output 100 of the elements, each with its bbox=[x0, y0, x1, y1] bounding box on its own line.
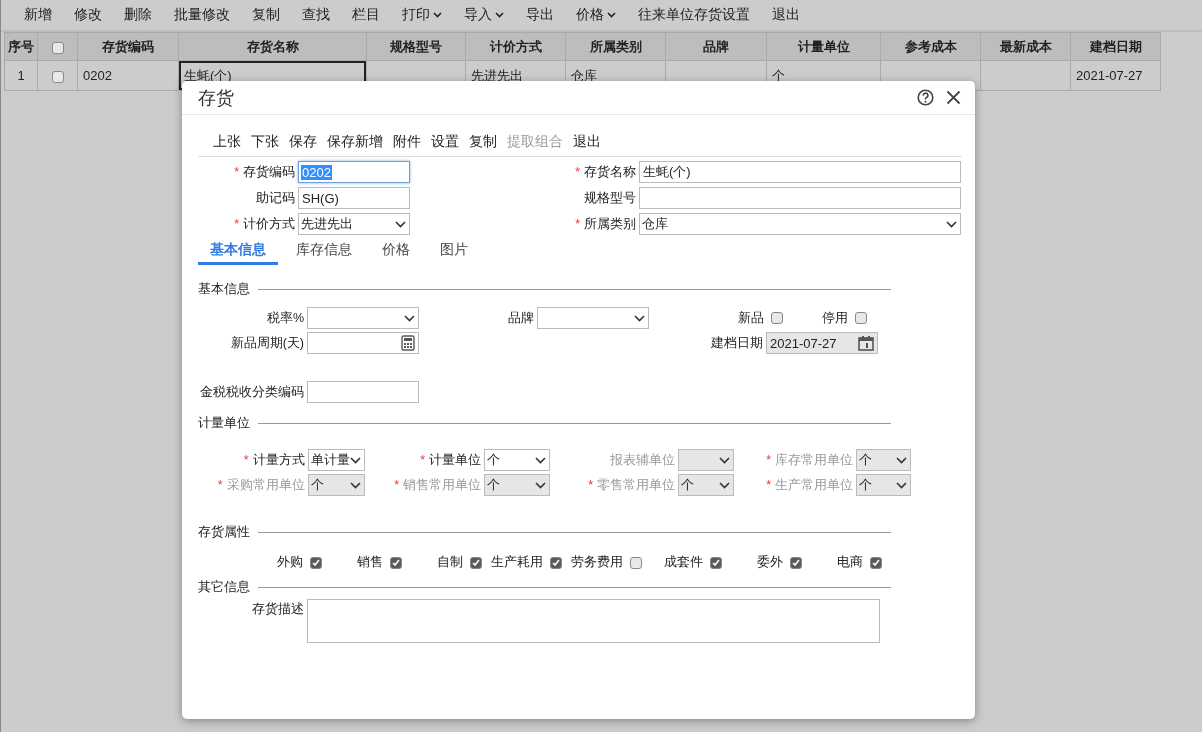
calendar-icon[interactable] bbox=[858, 335, 874, 351]
column-header[interactable]: 所属类别 bbox=[565, 32, 666, 61]
checkbox[interactable] bbox=[790, 556, 802, 569]
caret-icon bbox=[607, 12, 616, 18]
toolbar-button[interactable]: 设置 bbox=[426, 133, 464, 151]
chevron-down-icon bbox=[896, 481, 907, 489]
checkbox-label: 销售 bbox=[357, 554, 383, 571]
calculator-icon[interactable] bbox=[401, 335, 415, 351]
toolbar-button[interactable]: 价格 bbox=[565, 0, 627, 30]
checkbox[interactable] bbox=[310, 556, 322, 569]
column-header[interactable]: 规格型号 bbox=[366, 32, 466, 61]
field-label: 新品 bbox=[737, 309, 765, 327]
tab[interactable]: 价格 bbox=[370, 241, 422, 265]
select-field[interactable]: 单计量 bbox=[307, 449, 365, 471]
toolbar-button[interactable]: 新增 bbox=[13, 0, 63, 30]
checkbox[interactable] bbox=[710, 556, 722, 569]
toolbar-button[interactable]: 修改 bbox=[63, 0, 113, 30]
checkbox[interactable] bbox=[870, 556, 882, 569]
field-label: * 零售常用单位 bbox=[587, 476, 676, 494]
checkbox[interactable] bbox=[470, 556, 482, 569]
column-header[interactable]: 计量单位 bbox=[766, 32, 881, 61]
toolbar-button[interactable]: 栏目 bbox=[341, 0, 391, 30]
toolbar-button[interactable]: 保存新增 bbox=[322, 133, 388, 151]
chevron-down-icon bbox=[535, 456, 546, 464]
column-header[interactable]: 参考成本 bbox=[880, 32, 981, 61]
field-label: * 计量单位 bbox=[419, 451, 482, 469]
tab[interactable]: 基本信息 bbox=[198, 241, 278, 265]
tab[interactable]: 图片 bbox=[428, 241, 480, 265]
section-title: 基本信息 bbox=[198, 280, 250, 298]
chevron-down-icon bbox=[946, 220, 957, 228]
input-field[interactable] bbox=[639, 187, 961, 209]
toolbar-button[interactable]: 导出 bbox=[515, 0, 565, 30]
tab[interactable]: 库存信息 bbox=[284, 241, 364, 265]
column-header[interactable]: 存货编码 bbox=[77, 32, 179, 61]
field-label: 建档日期 bbox=[710, 334, 764, 352]
table-cell: 1 bbox=[4, 60, 38, 91]
chevron-down-icon bbox=[719, 456, 730, 464]
field-label: * 生产常用单位 bbox=[765, 476, 854, 494]
select-field[interactable]: 先进先出 bbox=[298, 213, 410, 235]
toolbar-button[interactable]: 批量修改 bbox=[163, 0, 241, 30]
table-cell: 0202 bbox=[77, 60, 179, 91]
checkbox[interactable] bbox=[550, 556, 562, 569]
select-field[interactable]: 个 bbox=[484, 449, 550, 471]
column-header[interactable]: 品牌 bbox=[665, 32, 767, 61]
toolbar-button[interactable]: 附件 bbox=[388, 133, 426, 151]
field-label: * 存货编码 bbox=[233, 163, 296, 181]
select-all-checkbox[interactable] bbox=[51, 41, 64, 54]
checkbox-label: 外购 bbox=[277, 554, 303, 571]
close-icon[interactable] bbox=[946, 90, 961, 105]
row-checkbox[interactable] bbox=[51, 70, 64, 83]
toolbar-button[interactable]: 保存 bbox=[284, 133, 322, 151]
field-label: 规格型号 bbox=[583, 189, 637, 207]
field-label: * 采购常用单位 bbox=[216, 476, 306, 494]
toolbar-button[interactable]: 退出 bbox=[761, 0, 811, 30]
checkbox-label: 劳务费用 bbox=[571, 554, 623, 571]
toolbar-button[interactable]: 打印 bbox=[391, 0, 453, 30]
toolbar-button[interactable]: 查找 bbox=[291, 0, 341, 30]
field-label: * 所属类别 bbox=[574, 215, 637, 233]
chevron-down-icon bbox=[535, 481, 546, 489]
select-field[interactable] bbox=[307, 307, 419, 329]
chevron-down-icon bbox=[395, 220, 406, 228]
field-label: * 计价方式 bbox=[233, 215, 296, 233]
column-header[interactable]: 建档日期 bbox=[1070, 32, 1161, 61]
input-field[interactable]: SH(G) bbox=[298, 187, 410, 209]
field-label: * 计量方式 bbox=[242, 451, 306, 469]
toolbar-button[interactable]: 复制 bbox=[241, 0, 291, 30]
caret-icon bbox=[433, 12, 442, 18]
date-field[interactable]: 2021-07-27 bbox=[766, 332, 878, 354]
chevron-down-icon bbox=[896, 456, 907, 464]
number-field[interactable] bbox=[307, 332, 419, 354]
column-header[interactable]: 计价方式 bbox=[465, 32, 566, 61]
select-field[interactable] bbox=[537, 307, 649, 329]
field-label: * 库存常用单位 bbox=[765, 451, 854, 469]
toolbar-button[interactable]: 删除 bbox=[113, 0, 163, 30]
checkbox-label: 电商 bbox=[837, 554, 863, 571]
input-field[interactable] bbox=[307, 381, 419, 403]
select-field[interactable]: 仓库 bbox=[639, 213, 961, 235]
column-header[interactable]: 存货名称 bbox=[178, 32, 367, 61]
toolbar-button[interactable]: 往来单位存货设置 bbox=[627, 0, 761, 30]
toolbar-button[interactable]: 退出 bbox=[568, 133, 606, 151]
toolbar-button[interactable]: 上张 bbox=[208, 133, 246, 151]
toolbar-button[interactable]: 下张 bbox=[246, 133, 284, 151]
chevron-down-icon bbox=[634, 314, 645, 322]
description-field[interactable] bbox=[307, 599, 880, 643]
checkbox[interactable] bbox=[855, 312, 867, 324]
field-label: 停用 bbox=[821, 309, 849, 327]
column-header[interactable]: 序号 bbox=[4, 32, 38, 61]
toolbar-button[interactable]: 导入 bbox=[453, 0, 515, 30]
field-label: 品牌 bbox=[507, 309, 535, 327]
checkbox[interactable] bbox=[630, 556, 642, 569]
chevron-down-icon bbox=[350, 456, 361, 464]
section-title: 其它信息 bbox=[198, 578, 250, 596]
column-header[interactable]: 最新成本 bbox=[980, 32, 1071, 61]
input-field[interactable]: 生蚝(个) bbox=[639, 161, 961, 183]
chevron-down-icon bbox=[350, 481, 361, 489]
checkbox[interactable] bbox=[771, 312, 783, 324]
checkbox-label: 自制 bbox=[437, 554, 463, 571]
toolbar-button[interactable]: 复制 bbox=[464, 133, 502, 151]
help-icon[interactable] bbox=[917, 89, 934, 106]
checkbox[interactable] bbox=[390, 556, 402, 569]
